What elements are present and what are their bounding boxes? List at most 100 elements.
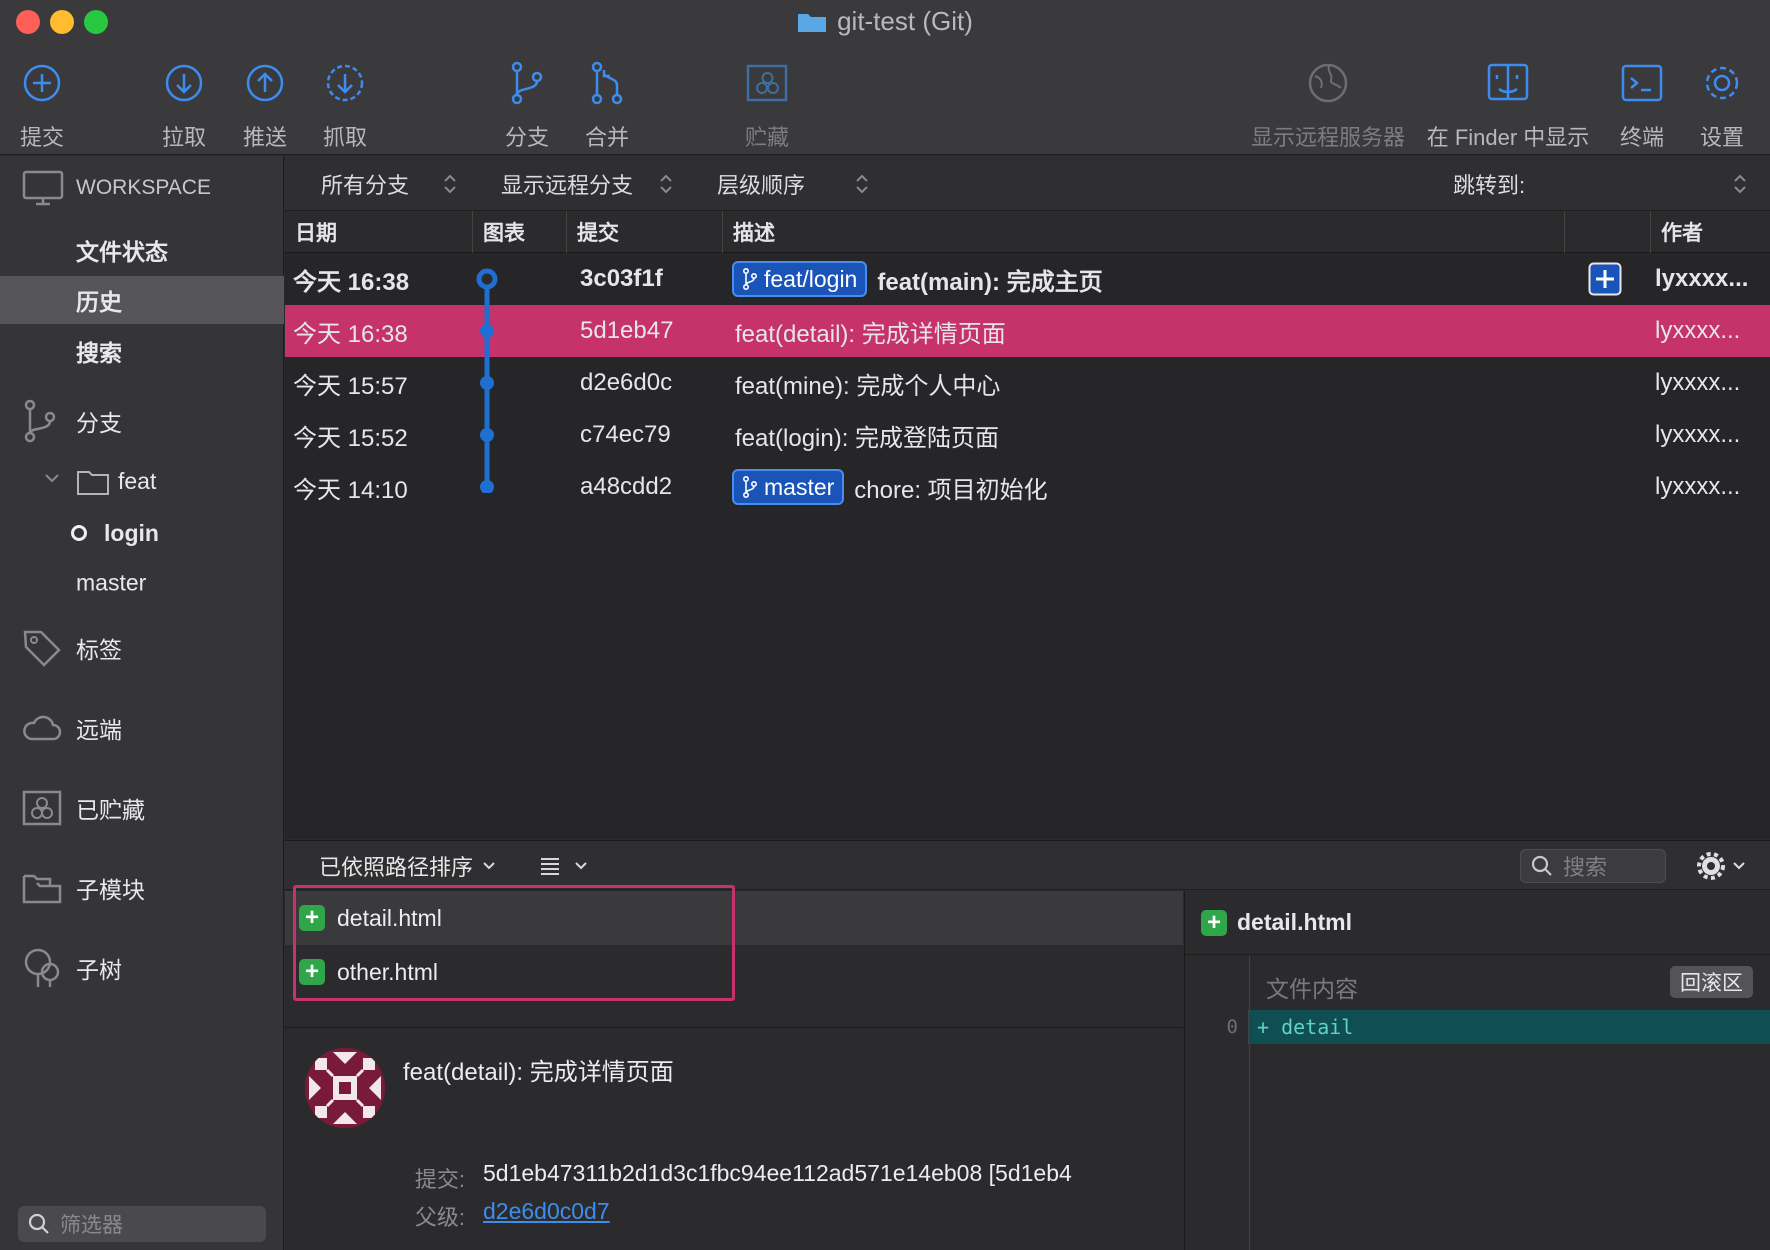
- commit-message: feat(detail): 完成详情页面: [403, 1059, 674, 1086]
- annotation-highlight-box: [293, 885, 735, 1001]
- commit-detail-pane: feat(detail): 完成详情页面 提交: 5d1eb47311b2d1d…: [285, 1028, 1183, 1250]
- branch-icon: [507, 58, 547, 108]
- updown-chevron-icon: [443, 174, 457, 194]
- sidebar-workspace-header: WORKSPACE: [0, 158, 284, 218]
- globe-icon: [1307, 58, 1349, 108]
- sidebar: WORKSPACE 文件状态 历史 搜索 分支 feat login maste…: [0, 156, 284, 1250]
- list-icon: [539, 855, 561, 877]
- terminal-icon: [1621, 58, 1663, 108]
- tree-icon: [22, 948, 62, 988]
- merge-button[interactable]: 合并: [585, 58, 629, 152]
- window-title: git-test (Git): [0, 6, 1770, 37]
- files-settings-dropdown[interactable]: [1697, 841, 1747, 891]
- show-in-finder-button[interactable]: 在 Finder 中显示: [1424, 58, 1592, 152]
- tag-icon: [22, 628, 62, 668]
- sidebar-section-stashes[interactable]: 已贮藏: [0, 778, 284, 838]
- chevron-down-icon: [481, 858, 497, 874]
- column-header-date[interactable]: 日期: [285, 211, 473, 253]
- sidebar-item-file-status[interactable]: 文件状态: [0, 227, 284, 273]
- chevron-down-icon: [1731, 858, 1747, 874]
- arrow-down-circle-icon: [164, 58, 204, 108]
- sidebar-section-subtrees[interactable]: 子树: [0, 938, 284, 998]
- sidebar-section-tags[interactable]: 标签: [0, 618, 284, 678]
- sidebar-branch-login[interactable]: login: [0, 510, 284, 556]
- branch-icon: [742, 476, 758, 498]
- sidebar-filter-input[interactable]: 筛选器: [18, 1206, 266, 1242]
- files-search-input[interactable]: 搜索: [1520, 849, 1666, 883]
- gear-icon: [1697, 852, 1725, 880]
- all-branches-dropdown[interactable]: 所有分支: [321, 156, 457, 211]
- files-pane-toolbar: 已依照路径排序 搜索: [285, 840, 1770, 890]
- merge-icon: [587, 58, 627, 108]
- column-header-commit[interactable]: 提交: [567, 211, 723, 253]
- column-header-graph[interactable]: 图表: [473, 211, 567, 253]
- plus-circle-icon: [22, 58, 62, 108]
- show-remote-branches-dropdown[interactable]: 显示远程分支: [501, 156, 673, 211]
- sidebar-branch-master[interactable]: master: [0, 560, 284, 606]
- folder-icon: [76, 468, 110, 496]
- sort-dropdown[interactable]: 已依照路径排序: [319, 841, 497, 891]
- diff-line-added: 0 + detail: [1185, 1010, 1770, 1044]
- commit-hash-label: 提交:: [414, 1167, 465, 1192]
- stash-icon: [22, 790, 62, 826]
- toolbar: git-test (Git) 提交 拉取 推送 抓取 分支 合并 贮藏 显示远程…: [0, 0, 1770, 155]
- chevron-down-icon: [573, 858, 589, 874]
- commit-node: [480, 428, 494, 442]
- fetch-button[interactable]: 抓取: [323, 58, 367, 152]
- cloud-icon: [22, 714, 62, 742]
- branch-button[interactable]: 分支: [505, 58, 549, 152]
- branch-icon: [22, 399, 58, 443]
- commit-node: [480, 480, 494, 493]
- push-button[interactable]: 推送: [243, 58, 287, 152]
- revert-hunk-button[interactable]: 回滚区: [1670, 966, 1753, 998]
- chevron-down-icon[interactable]: [44, 470, 60, 486]
- file-added-icon: +: [1201, 909, 1227, 936]
- sidebar-section-submodules[interactable]: 子模块: [0, 858, 284, 918]
- fetch-icon: [325, 58, 365, 108]
- stash-button[interactable]: 贮藏: [745, 58, 789, 152]
- terminal-button[interactable]: 终端: [1620, 58, 1664, 152]
- plus-square-icon[interactable]: [1588, 253, 1622, 305]
- commit-node-head: [476, 268, 498, 290]
- updown-chevron-icon: [1733, 174, 1747, 194]
- stash-icon: [746, 58, 788, 108]
- show-remote-button[interactable]: 显示远程服务器: [1250, 58, 1406, 152]
- column-header-spacer: [1565, 211, 1651, 253]
- diff-empty-area: [1249, 1044, 1770, 1250]
- order-dropdown[interactable]: 层级顺序: [717, 156, 869, 211]
- sidebar-section-remotes[interactable]: 远端: [0, 698, 284, 758]
- search-icon: [28, 1213, 50, 1235]
- commit-node: [480, 324, 494, 338]
- updown-chevron-icon: [855, 174, 869, 194]
- monitor-icon: [22, 170, 64, 206]
- sidebar-section-branches[interactable]: 分支: [0, 396, 284, 446]
- diff-gutter: [1185, 1010, 1249, 1250]
- branch-label-master[interactable]: master: [732, 469, 845, 505]
- current-branch-icon: [70, 524, 88, 542]
- pull-button[interactable]: 拉取: [162, 58, 206, 152]
- commit-graph: [468, 253, 508, 493]
- avatar: [305, 1048, 385, 1128]
- settings-button[interactable]: 设置: [1700, 58, 1744, 152]
- parent-commit-link[interactable]: d2e6d0c0d7: [483, 1198, 610, 1225]
- diff-pane: + detail.html 文件内容 回滚区 0 + detail: [1184, 891, 1770, 1250]
- sidebar-item-search[interactable]: 搜索: [0, 328, 284, 374]
- branch-icon: [742, 268, 758, 290]
- diff-file-header: + detail.html: [1185, 891, 1770, 955]
- sidebar-branch-folder-feat[interactable]: feat: [0, 458, 284, 504]
- commit-button[interactable]: 提交: [20, 58, 64, 152]
- updown-chevron-icon: [659, 174, 673, 194]
- column-header-author[interactable]: 作者: [1651, 211, 1770, 253]
- diff-hunk-header: 文件内容 回滚区: [1249, 956, 1770, 1010]
- parent-label: 父级:: [414, 1205, 465, 1230]
- gear-icon: [1701, 58, 1743, 108]
- view-mode-dropdown[interactable]: [539, 841, 589, 891]
- history-filter-bar: 所有分支 显示远程分支 层级顺序 跳转到:: [285, 156, 1770, 211]
- commit-node: [480, 376, 494, 390]
- column-header-description[interactable]: 描述: [723, 211, 1565, 253]
- submodule-icon: [22, 870, 62, 906]
- branch-label-feat-login[interactable]: feat/login: [732, 261, 868, 297]
- jump-to-dropdown[interactable]: 跳转到:: [1453, 156, 1747, 211]
- sidebar-item-history[interactable]: 历史: [0, 276, 284, 324]
- commit-table-header: 日期 图表 提交 描述 作者: [285, 211, 1770, 253]
